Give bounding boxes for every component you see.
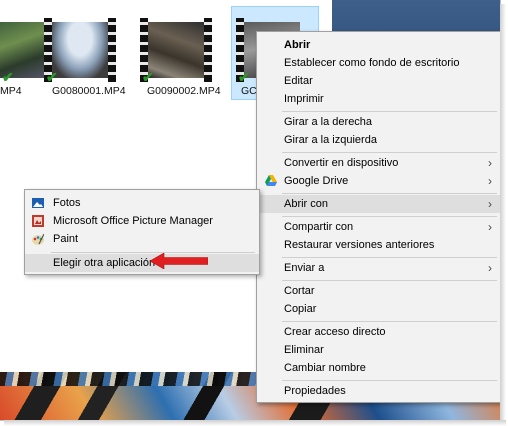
window-shadow xyxy=(4,420,506,426)
menu-item-rotate-right[interactable]: Girar a la derecha xyxy=(257,113,500,131)
menu-separator xyxy=(282,321,497,322)
menu-item-compartir-con[interactable]: Compartir con › xyxy=(257,218,500,236)
paint-icon xyxy=(32,233,44,245)
chevron-right-icon: › xyxy=(488,197,492,211)
sync-check-icon: ✔ xyxy=(238,69,250,85)
chevron-right-icon: › xyxy=(488,156,492,170)
menu-item-abrir-con[interactable]: Abrir con › xyxy=(257,195,500,213)
context-menu: Abrir Establecer como fondo de escritori… xyxy=(256,31,500,403)
menu-item-rotate-left[interactable]: Girar a la izquierda xyxy=(257,131,500,149)
menu-separator xyxy=(282,152,497,153)
menu-item-set-wallpaper[interactable]: Establecer como fondo de escritorio xyxy=(257,54,500,72)
sync-check-icon: ✔ xyxy=(46,69,58,85)
menu-item-restore-versions[interactable]: Restaurar versiones anteriores xyxy=(257,236,500,254)
file-name[interactable]: G0090002.MP4 xyxy=(147,85,221,97)
chevron-right-icon: › xyxy=(488,261,492,275)
sync-check-icon: ✔ xyxy=(142,69,154,85)
open-with-submenu: Fotos Microsoft Office Picture Manager P… xyxy=(24,189,260,275)
menu-separator xyxy=(282,216,497,217)
submenu-item-picture-manager[interactable]: Microsoft Office Picture Manager xyxy=(25,212,259,230)
sync-check-icon: ✔ xyxy=(2,69,14,85)
menu-item-google-drive[interactable]: Google Drive › xyxy=(257,172,500,190)
file-thumbnail[interactable]: ✔ xyxy=(140,18,212,85)
file-name[interactable]: G0080001.MP4 xyxy=(52,85,126,97)
menu-item-abrir[interactable]: Abrir xyxy=(257,36,500,54)
submenu-item-fotos[interactable]: Fotos xyxy=(25,194,259,212)
menu-item-create-shortcut[interactable]: Crear acceso directo xyxy=(257,323,500,341)
menu-item-propiedades[interactable]: Propiedades xyxy=(257,382,500,400)
window-shadow xyxy=(500,4,506,424)
submenu-item-paint[interactable]: Paint xyxy=(25,230,259,248)
menu-separator xyxy=(282,380,497,381)
picture-manager-icon xyxy=(32,215,44,227)
menu-item-enviar-a[interactable]: Enviar a › xyxy=(257,259,500,277)
google-drive-icon xyxy=(265,175,277,186)
callout-arrow-icon xyxy=(150,253,208,269)
menu-item-rename[interactable]: Cambiar nombre xyxy=(257,359,500,377)
menu-item-cortar[interactable]: Cortar xyxy=(257,282,500,300)
menu-item-cast-to-device[interactable]: Convertir en dispositivo › xyxy=(257,154,500,172)
chevron-right-icon: › xyxy=(488,174,492,188)
file-thumbnail[interactable]: ✔ xyxy=(44,18,116,85)
file-name[interactable]: GC xyxy=(241,85,257,97)
submenu-item-choose-other-app[interactable]: Elegir otra aplicación xyxy=(25,254,259,272)
menu-item-imprimir[interactable]: Imprimir xyxy=(257,90,500,108)
menu-separator xyxy=(282,257,497,258)
menu-separator xyxy=(282,280,497,281)
desktop-window: ✔ MP4 ✔ G0080001.MP4 ✔ G0090002.MP4 ✔ GC… xyxy=(0,0,501,421)
chevron-right-icon: › xyxy=(488,220,492,234)
photos-icon xyxy=(32,198,44,208)
menu-item-editar[interactable]: Editar xyxy=(257,72,500,90)
menu-item-eliminar[interactable]: Eliminar xyxy=(257,341,500,359)
file-name[interactable]: MP4 xyxy=(0,85,22,97)
menu-separator xyxy=(282,111,497,112)
menu-separator xyxy=(282,193,497,194)
menu-item-copiar[interactable]: Copiar xyxy=(257,300,500,318)
